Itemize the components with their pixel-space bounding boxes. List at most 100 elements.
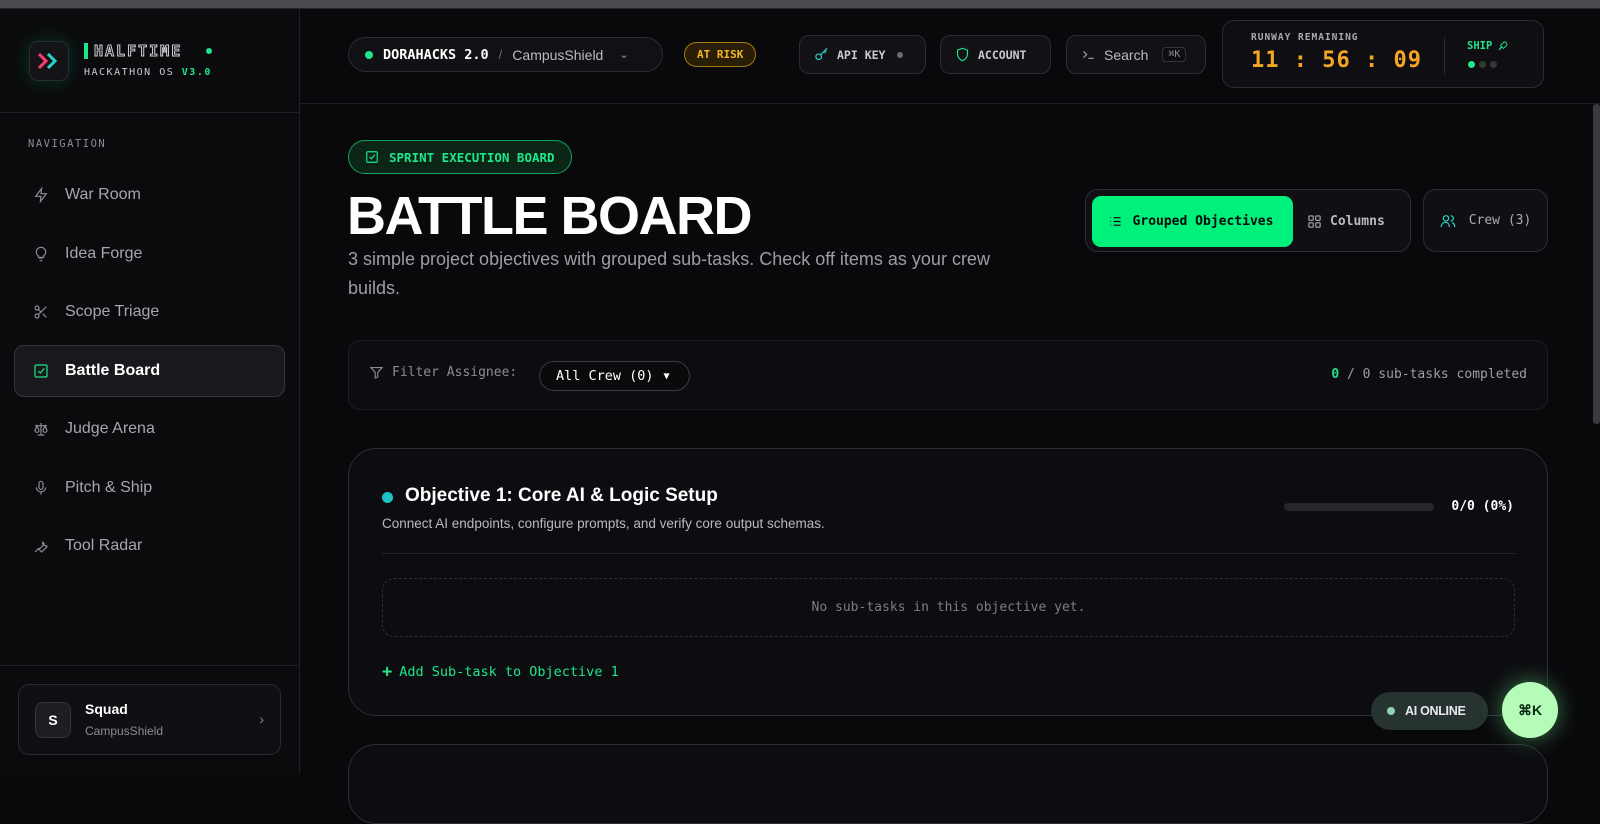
sidebar-item-pitch-ship[interactable]: Pitch & Ship [14, 462, 285, 514]
progress-dot [1468, 61, 1475, 68]
microphone-icon [35, 480, 47, 495]
key-icon [815, 47, 828, 61]
brand-header: HALFTIME HACKATHON OS V3.0 [0, 9, 299, 113]
divider [1444, 37, 1445, 75]
sidebar: HALFTIME HACKATHON OS V3.0 NAVIGATION Wa… [0, 9, 300, 774]
sidebar-item-label: Battle Board [65, 361, 161, 379]
add-subtask-button[interactable]: + Add Sub-task to Objective 1 [382, 662, 619, 682]
objective-progress-label: 0/0 (0%) [1451, 499, 1514, 514]
squad-card[interactable]: S Squad CampusShield › [18, 684, 281, 755]
status-dot [1387, 707, 1395, 715]
api-key-label: API KEY [837, 47, 886, 62]
sidebar-nav: War Room Idea Forge Scope Triage Battle … [14, 169, 285, 579]
rocket-icon [1498, 41, 1508, 51]
brand-status-dot [206, 48, 213, 54]
columns-label: Columns [1330, 214, 1385, 229]
assignee-select[interactable]: All Crew (0) ▼ [539, 361, 690, 391]
nav-heading: NAVIGATION [28, 138, 107, 150]
project-team: CampusShield [512, 46, 604, 63]
grid-icon [1308, 215, 1321, 228]
crew-button[interactable]: Crew (3) [1423, 189, 1548, 252]
ai-status-label: AI ONLINE [1405, 704, 1466, 718]
command-palette-button[interactable]: ⌘K [1502, 682, 1558, 738]
brand-title: HALFTIME [93, 42, 183, 61]
breadcrumb-separator: / [498, 47, 503, 62]
crew-label: Crew (3) [1468, 212, 1532, 228]
scrollbar[interactable] [1593, 104, 1600, 424]
status-dot [365, 50, 373, 59]
empty-state: No sub-tasks in this objective yet. [382, 578, 1515, 637]
sidebar-item-war-room[interactable]: War Room [14, 169, 285, 221]
grouped-objectives-button[interactable]: Grouped Objectives [1092, 196, 1293, 247]
sidebar-item-label: Idea Forge [65, 244, 143, 262]
plus-icon: + [382, 662, 393, 682]
wrench-icon [34, 540, 48, 553]
search-label: Search [1104, 46, 1149, 63]
brand-title-row: HALFTIME [84, 42, 213, 61]
filter-icon [369, 366, 384, 380]
list-icon [1110, 217, 1121, 226]
api-key-status-dot [897, 51, 904, 58]
project-name: DORAHACKS 2.0 [383, 46, 489, 63]
status-badge: AT RISK [684, 42, 757, 67]
squad-name: Squad [85, 701, 128, 717]
sidebar-item-idea-forge[interactable]: Idea Forge [14, 228, 285, 280]
objective-dot [382, 492, 393, 503]
page-title: BATTLE BOARD [347, 186, 752, 246]
ship-status[interactable]: SHIP [1467, 40, 1509, 52]
scale-icon [34, 423, 48, 436]
app-logo-icon[interactable] [29, 41, 69, 81]
search-button[interactable]: Search ⌘K [1066, 35, 1206, 74]
brand-bar [84, 43, 88, 59]
page-tag: SPRINT EXECUTION BOARD [348, 140, 572, 174]
brand-subtitle: HACKATHON OS V3.0 [84, 67, 212, 78]
account-button[interactable]: ACCOUNT [940, 35, 1051, 74]
terminal-icon [1083, 50, 1094, 59]
runway-label: RUNWAY REMAINING [1251, 32, 1359, 43]
filter-bar: Filter Assignee: All Crew (0) ▼ 0 / 0 su… [348, 340, 1548, 410]
shield-icon [956, 47, 969, 62]
sidebar-item-label: Tool Radar [65, 537, 143, 554]
completed-total: / 0 sub-tasks completed [1339, 367, 1527, 382]
squad-team: CampusShield [85, 724, 164, 738]
sidebar-item-tool-radar[interactable]: Tool Radar [14, 520, 285, 572]
assignee-select-value: All Crew (0) [556, 368, 654, 384]
account-label: ACCOUNT [978, 47, 1027, 62]
sidebar-item-battle-board[interactable]: Battle Board [14, 344, 285, 397]
chevron-down-icon: ⌄ [619, 49, 629, 61]
columns-button[interactable]: Columns [1307, 196, 1385, 247]
runway-timer: RUNWAY REMAINING 11 : 56 : 09 SHIP [1222, 20, 1544, 88]
sidebar-item-label: Pitch & Ship [65, 478, 153, 496]
sidebar-item-label: Judge Arena [65, 420, 155, 437]
sidebar-item-scope-triage[interactable]: Scope Triage [14, 286, 285, 338]
runway-countdown: 11 : 56 : 09 [1251, 48, 1422, 73]
objective-description: Connect AI endpoints, configure prompts,… [382, 516, 825, 531]
add-subtask-label: Add Sub-task to Objective 1 [399, 664, 619, 680]
users-icon [1440, 214, 1456, 227]
grouped-objectives-label: Grouped Objectives [1132, 213, 1274, 229]
page-tag-label: SPRINT EXECUTION BOARD [389, 149, 555, 165]
brand-version: V3.0 [181, 67, 212, 78]
ship-progress-dots [1468, 61, 1497, 68]
browser-top-strip [0, 0, 1600, 9]
api-key-button[interactable]: API KEY [799, 35, 926, 74]
search-shortcut: ⌘K [1162, 47, 1187, 62]
completed-count: 0 [1331, 367, 1340, 382]
project-selector[interactable]: DORAHACKS 2.0 / CampusShield ⌄ [348, 37, 663, 72]
progress-dot [1479, 61, 1486, 68]
filter-label-text: Filter Assignee: [392, 365, 518, 380]
checkbox-icon [366, 151, 378, 163]
sidebar-item-judge-arena[interactable]: Judge Arena [14, 403, 285, 455]
objective-title: Objective 1: Core AI & Logic Setup [405, 485, 718, 506]
ship-label: SHIP [1467, 40, 1493, 52]
avatar: S [35, 702, 71, 738]
progress-dot [1490, 61, 1497, 68]
brand-subtitle-text: HACKATHON OS [84, 67, 175, 78]
chevron-right-icon: › [259, 711, 264, 727]
ai-status-pill[interactable]: AI ONLINE [1371, 692, 1488, 730]
sidebar-footer: S Squad CampusShield › [0, 665, 299, 774]
divider [382, 553, 1515, 554]
lightbulb-icon [35, 246, 47, 261]
page-description: 3 simple project objectives with grouped… [348, 249, 990, 298]
objective-card: Objective 1: Core AI & Logic Setup Conne… [348, 448, 1548, 716]
